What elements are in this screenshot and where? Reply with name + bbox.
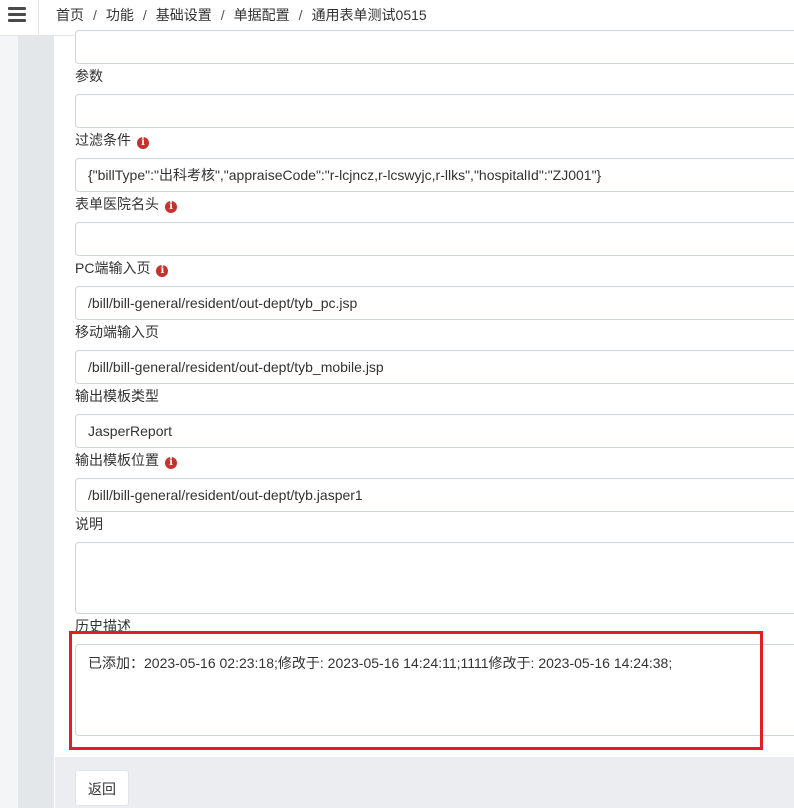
breadcrumb-bill-config[interactable]: 单据配置: [234, 7, 290, 23]
breadcrumb-basic-settings[interactable]: 基础设置: [156, 7, 212, 23]
top-field-input[interactable]: [75, 30, 794, 64]
history-textarea[interactable]: 已添加：2023-05-16 02:23:18;修改于: 2023-05-16 …: [75, 644, 794, 736]
template-type-label: 输出模板类型: [75, 388, 159, 404]
breadcrumb-separator: /: [220, 7, 225, 23]
info-icon[interactable]: i: [165, 457, 177, 469]
params-label: 参数: [75, 68, 103, 84]
description-textarea[interactable]: [75, 542, 794, 614]
filter-input[interactable]: [75, 158, 794, 192]
breadcrumb-separator: /: [142, 7, 147, 23]
template-location-input[interactable]: [75, 478, 794, 512]
top-bar-divider: [38, 0, 39, 36]
filter-label: 过滤条件: [75, 132, 131, 148]
left-sidebar: [18, 36, 54, 808]
description-label: 说明: [75, 516, 103, 532]
mobile-input-page-input[interactable]: [75, 350, 794, 384]
hospital-header-label-row: 表单医院名头 i: [75, 196, 177, 213]
filter-label-row: 过滤条件 i: [75, 132, 149, 149]
back-button[interactable]: 返回: [75, 770, 129, 806]
params-input[interactable]: [75, 94, 794, 128]
history-label: 历史描述: [75, 618, 131, 634]
template-location-label: 输出模板位置: [75, 452, 159, 468]
template-location-label-row: 输出模板位置 i: [75, 452, 177, 469]
info-icon[interactable]: i: [137, 137, 149, 149]
breadcrumb-separator: /: [93, 7, 97, 23]
breadcrumb-function[interactable]: 功能: [106, 7, 134, 23]
pc-input-page-input[interactable]: [75, 286, 794, 320]
info-icon[interactable]: i: [165, 201, 177, 213]
mobile-input-label: 移动端输入页: [75, 324, 159, 340]
breadcrumb-home[interactable]: 首页: [56, 7, 84, 23]
pc-input-label: PC端输入页: [75, 260, 151, 276]
hospital-header-label: 表单医院名头: [75, 196, 159, 212]
info-icon[interactable]: i: [156, 265, 169, 277]
footer-bar: [55, 757, 794, 808]
breadcrumb: 首页 / 功能 / 基础设置 / 单据配置 / 通用表单测试0515: [56, 5, 427, 25]
breadcrumb-separator: /: [298, 7, 303, 23]
hamburger-menu-icon[interactable]: [8, 7, 26, 23]
pc-input-label-row: PC端输入页 i: [75, 260, 169, 277]
hospital-header-input[interactable]: [75, 222, 794, 256]
template-type-input[interactable]: [75, 414, 794, 448]
left-gutter: [0, 36, 18, 808]
breadcrumb-current: 通用表单测试0515: [311, 7, 427, 23]
